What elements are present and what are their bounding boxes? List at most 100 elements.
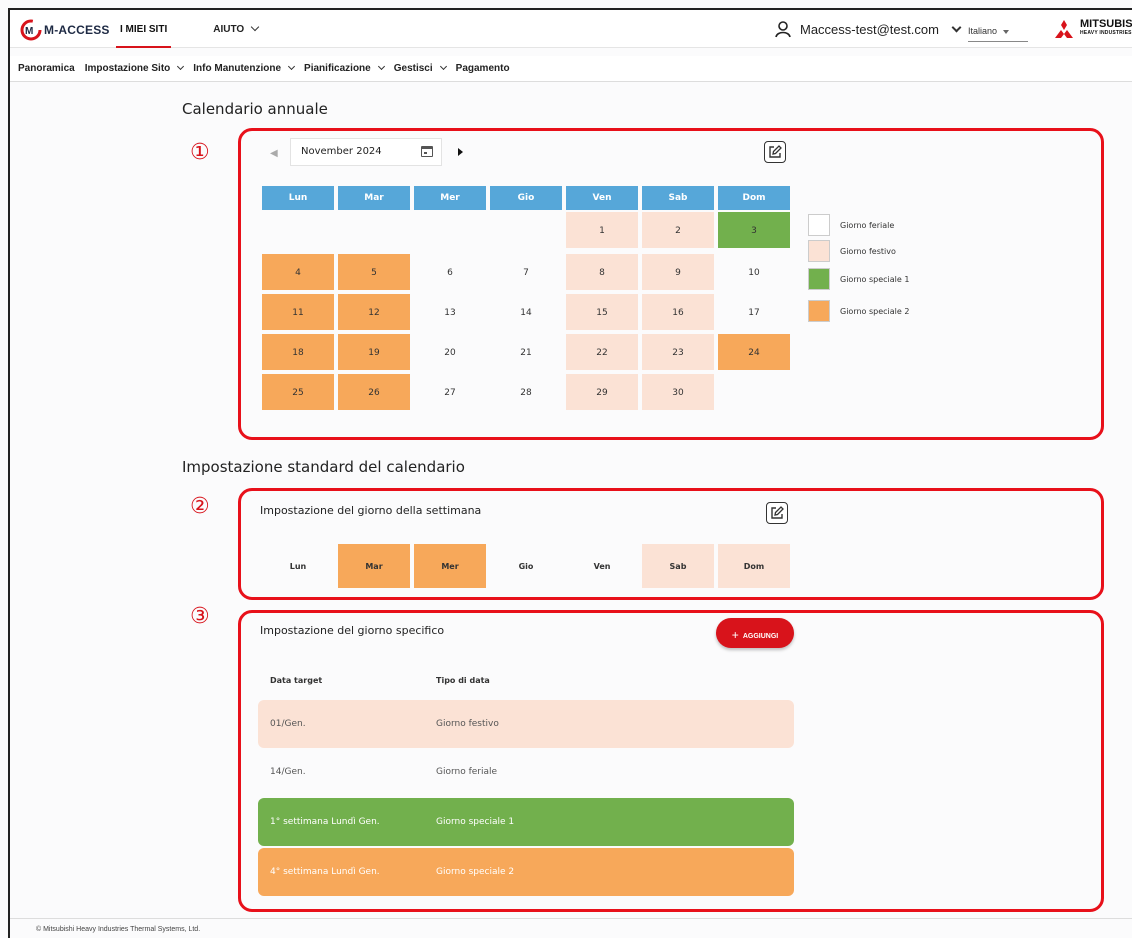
subnav-site-settings-label: Impostazione Sito	[84, 63, 171, 74]
month-picker[interactable]: November 2024	[290, 138, 442, 166]
subnav-maintenance-label: Info Manutenzione	[193, 63, 282, 74]
calendar-day[interactable]: 21	[490, 334, 562, 370]
calendar-day[interactable]: 26	[338, 374, 410, 410]
calendar-day[interactable]: 10	[718, 254, 790, 290]
calendar-day[interactable]: 17	[718, 294, 790, 330]
legend-item: Giorno feriale	[808, 214, 910, 236]
calendar-day[interactable]: 15	[566, 294, 638, 330]
calendar-day[interactable]: 6	[414, 254, 486, 290]
marker-2: ②	[190, 494, 210, 519]
marker-1: ①	[190, 140, 210, 165]
weekday-setting-day[interactable]: Mar	[338, 544, 410, 588]
month-value: November 2024	[301, 146, 382, 157]
calendar-day[interactable]: 18	[262, 334, 334, 370]
chevron-down-icon	[250, 22, 260, 32]
weekday-header: Ven	[566, 186, 638, 210]
calendar-day[interactable]: 30	[642, 374, 714, 410]
legend-label: Giorno feriale	[840, 220, 895, 230]
m-access-logo[interactable]: M M-ACCESS	[20, 19, 110, 41]
weekday-setting-day[interactable]: Sab	[642, 544, 714, 588]
weekday-header: Gio	[490, 186, 562, 210]
calendar-day[interactable]: 27	[414, 374, 486, 410]
weekday-setting-title: Impostazione del giorno della settimana	[260, 504, 482, 517]
edit-icon	[769, 145, 782, 158]
table-row[interactable]: 01/Gen. Giorno festivo	[258, 700, 794, 748]
weekday-setting-day[interactable]: Dom	[718, 544, 790, 588]
subnav-planning-label: Pianificazione	[304, 63, 371, 74]
next-month-button[interactable]	[458, 148, 463, 156]
row-date: 01/Gen.	[270, 719, 306, 729]
marker-3: ③	[190, 604, 210, 629]
calendar-day[interactable]: 29	[566, 374, 638, 410]
calendar-day[interactable]: 28	[490, 374, 562, 410]
edit-calendar-button[interactable]	[764, 141, 786, 163]
calendar-day[interactable]: 16	[642, 294, 714, 330]
nav-help-label: AIUTO	[213, 23, 245, 35]
calendar-day[interactable]: 4	[262, 254, 334, 290]
calendar-day[interactable]: 24	[718, 334, 790, 370]
prev-month-button[interactable]: ◀	[270, 148, 278, 159]
subnav-maintenance-info[interactable]: Info Manutenzione	[193, 62, 296, 74]
subnav-manage[interactable]: Gestisci	[394, 62, 447, 74]
row-date: 4° settimana Lundì Gen.	[270, 867, 380, 877]
m-access-logo-icon: M	[20, 19, 42, 41]
weekday-header: Sab	[642, 186, 714, 210]
subnav-overview-label: Panoramica	[18, 63, 75, 74]
nav-my-sites-label: I MIEI SITI	[120, 23, 168, 35]
subnav-overview[interactable]: Panoramica	[18, 63, 75, 74]
calendar-day[interactable]: 8	[566, 254, 638, 290]
table-row[interactable]: 4° settimana Lundì Gen. Giorno speciale 2	[258, 848, 794, 896]
legend-item: Giorno festivo	[808, 240, 910, 262]
calendar-day[interactable]: 14	[490, 294, 562, 330]
chevron-down-icon	[951, 22, 962, 32]
calendar-day[interactable]: 11	[262, 294, 334, 330]
subnav-site-settings[interactable]: Impostazione Sito	[84, 62, 185, 74]
calendar-day[interactable]: 25	[262, 374, 334, 410]
calendar-day[interactable]: 5	[338, 254, 410, 290]
footer-divider	[10, 918, 1132, 919]
table-row[interactable]: 14/Gen. Giorno feriale	[258, 748, 794, 796]
weekday-setting-day[interactable]: Gio	[490, 544, 562, 588]
mitsubishi-diamonds-icon	[1055, 20, 1073, 38]
legend-swatch	[808, 300, 830, 322]
calendar-icon[interactable]	[421, 146, 433, 157]
calendar-day[interactable]: 9	[642, 254, 714, 290]
row-type: Giorno festivo	[436, 719, 499, 729]
weekday-setting-day[interactable]: Ven	[566, 544, 638, 588]
chevron-down-icon	[377, 62, 385, 71]
user-menu[interactable]: Maccess-test@test.com	[774, 10, 962, 48]
add-button[interactable]: + AGGIUNGI	[716, 618, 794, 648]
calendar-day[interactable]: 1	[566, 212, 638, 248]
standard-calendar-title: Impostazione standard del calendario	[182, 458, 465, 476]
subnav-payment[interactable]: Pagamento	[456, 63, 510, 74]
nav-help[interactable]: AIUTO	[213, 10, 260, 48]
language-value: Italiano	[968, 26, 998, 36]
table-row[interactable]: 1° settimana Lundì Gen. Giorno speciale 1	[258, 798, 794, 846]
subnav-planning[interactable]: Pianificazione	[304, 62, 385, 74]
calendar-day[interactable]: 20	[414, 334, 486, 370]
language-select[interactable]: Italiano	[968, 20, 1028, 42]
calendar-day[interactable]: 2	[642, 212, 714, 248]
edit-weekday-button[interactable]	[766, 502, 788, 524]
legend-item: Giorno speciale 1	[808, 268, 910, 290]
calendar-day[interactable]: 13	[414, 294, 486, 330]
calendar-day[interactable]: 22	[566, 334, 638, 370]
row-type: Giorno speciale 2	[436, 867, 515, 877]
legend-label: Giorno speciale 1	[840, 274, 910, 284]
subnav-payment-label: Pagamento	[455, 63, 510, 74]
specific-day-title: Impostazione del giorno specifico	[260, 624, 445, 637]
calendar-day[interactable]: 3	[718, 212, 790, 248]
add-button-label: AGGIUNGI	[742, 633, 779, 640]
weekday-setting-day[interactable]: Mer	[414, 544, 486, 588]
row-type: Giorno speciale 1	[436, 817, 515, 827]
calendar-day[interactable]: 23	[642, 334, 714, 370]
weekday-setting-day[interactable]: Lun	[262, 544, 334, 588]
weekday-header: Mer	[414, 186, 486, 210]
calendar-day[interactable]: 12	[338, 294, 410, 330]
row-type: Giorno feriale	[436, 767, 498, 777]
top-bar: M M-ACCESS I MIEI SITI AIUTO Maccess-tes…	[10, 10, 1132, 48]
calendar-day[interactable]: 7	[490, 254, 562, 290]
calendar-day[interactable]: 19	[338, 334, 410, 370]
nav-my-sites[interactable]: I MIEI SITI	[115, 10, 172, 48]
plus-icon: +	[731, 628, 739, 642]
